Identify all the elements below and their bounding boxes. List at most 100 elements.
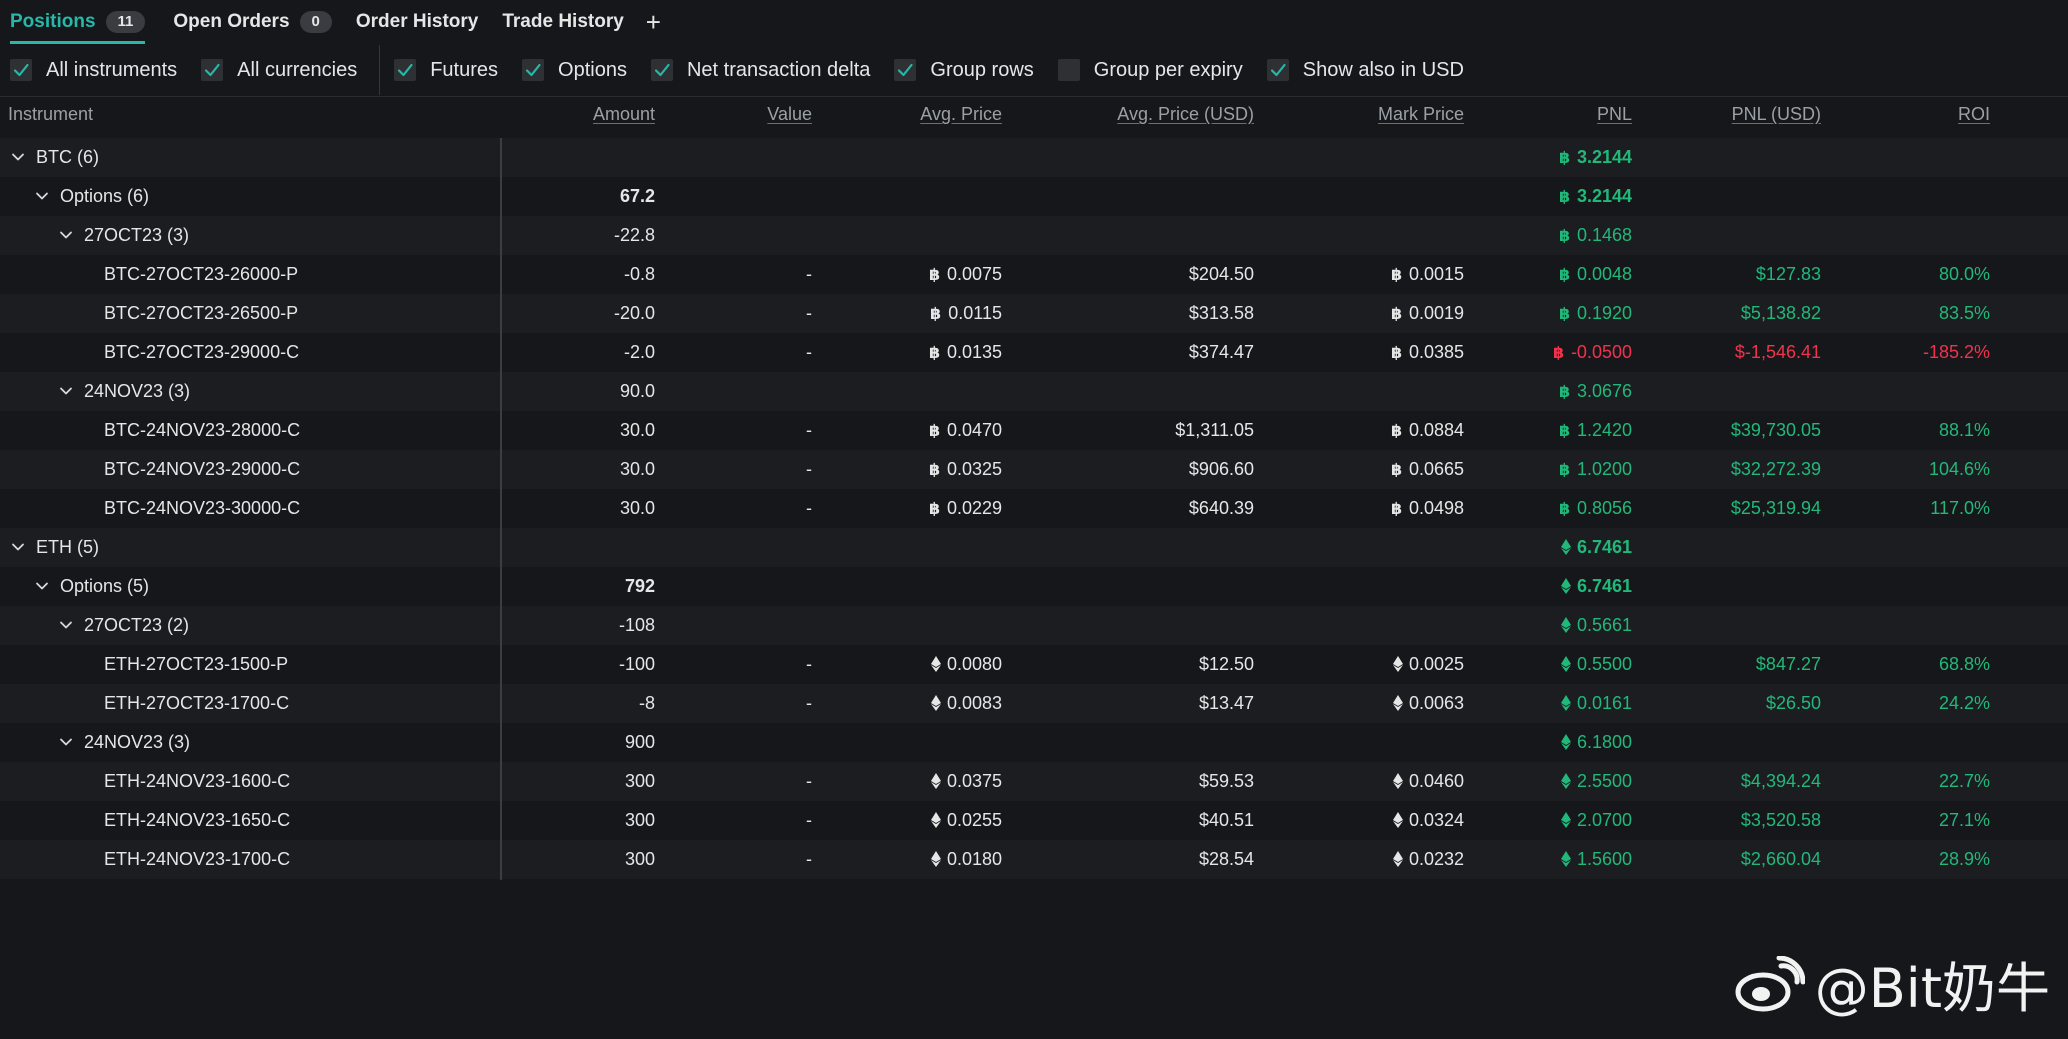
bitcoin-icon: ฿ [929, 422, 940, 438]
group-label[interactable]: 24NOV23 (3) [58, 381, 190, 402]
group-label[interactable]: 27OCT23 (2) [58, 615, 189, 636]
chevron-down-icon[interactable] [34, 188, 50, 204]
group-row[interactable]: 24NOV23 (3) 900 6.1800 [0, 723, 2068, 762]
table-row[interactable]: ETH-24NOV23-1700-C 300 - 0.0180 $28.54 0.0232… [0, 840, 2068, 879]
bitcoin-icon: ฿ [1559, 149, 1570, 165]
checkbox-checked[interactable] [650, 59, 673, 81]
table-row[interactable]: BTC-24NOV23-28000-C 30.0 - ฿ 0.0470 $1,311.05… [0, 411, 2068, 450]
filter-group-per-expiry[interactable]: Group per expiry [1057, 59, 1243, 82]
chevron-down-icon[interactable] [58, 734, 74, 750]
ethereum-icon [1392, 695, 1403, 711]
group-label[interactable]: 24NOV23 (3) [58, 732, 190, 753]
col-mark-price[interactable]: Mark Price [1378, 104, 1464, 125]
filter-futures[interactable]: Futures [394, 59, 498, 82]
chevron-down-icon[interactable] [34, 578, 50, 594]
pnl-cell: 1.5600 [1559, 849, 1632, 870]
filter-group-rows[interactable]: Group rows [894, 59, 1034, 82]
filter-all-currencies[interactable]: All currencies [201, 59, 357, 82]
chevron-down-icon[interactable] [58, 617, 74, 633]
chevron-down-icon[interactable] [58, 227, 74, 243]
avg-price-usd-cell: $59.53 [1198, 771, 1254, 791]
tab-positions[interactable]: Positions 11 [10, 0, 146, 44]
tab-bar: Positions 11 Open Orders 0 Order History… [0, 0, 2068, 44]
value-cell: - [806, 303, 812, 323]
checkbox-checked[interactable] [10, 59, 32, 81]
col-value[interactable]: Value [767, 104, 812, 125]
col-avg-price-usd[interactable]: Avg. Price (USD) [1117, 104, 1254, 125]
group-label[interactable]: 27OCT23 (3) [58, 225, 189, 246]
table-row[interactable]: BTC-27OCT23-26500-P -20.0 - ฿ 0.0115 $313.58 ฿… [0, 294, 2068, 333]
pnl-cell: ฿ 0.1468 [1558, 225, 1632, 245]
group-row[interactable]: ETH (5) 6.7461 [0, 528, 2068, 567]
group-row[interactable]: Options (6) 67.2 ฿ 3.2144 [0, 177, 2068, 216]
table-row[interactable]: ETH-27OCT23-1500-P -100 - 0.0080 $12.50 0.002… [0, 645, 2068, 684]
bitcoin-icon: ฿ [1559, 422, 1570, 438]
filter-options[interactable]: Options [522, 59, 627, 82]
value-cell: - [806, 264, 812, 284]
checkbox-checked[interactable] [201, 59, 224, 81]
table-row[interactable]: BTC-24NOV23-29000-C 30.0 - ฿ 0.0325 $906.60 ฿ 0… [0, 450, 2068, 489]
filter-show-also-in-usd[interactable]: Show also in USD [1266, 58, 1464, 82]
ethereum-icon [1560, 539, 1571, 555]
avg-price-cell: ฿ 0.0229 [928, 498, 1002, 518]
table-row[interactable]: BTC-27OCT23-26000-P -0.8 - ฿ 0.0075 $204.50 ฿ 0… [0, 255, 2068, 294]
avg-price-usd-cell: $906.60 [1188, 459, 1254, 479]
checkbox-unchecked[interactable] [1057, 59, 1080, 81]
checkbox-checked[interactable] [894, 59, 917, 81]
amount-cell: -100 [618, 654, 655, 674]
add-tab-button[interactable]: + [646, 7, 661, 38]
col-pnl-usd[interactable]: PNL (USD) [1732, 104, 1821, 125]
chevron-down-icon[interactable] [58, 383, 74, 399]
svg-text:฿: ฿ [1559, 461, 1570, 477]
amount-cell: 30.0 [619, 459, 655, 479]
col-amount[interactable]: Amount [593, 104, 655, 125]
pnl-cell: ฿ 3.0676 [1558, 381, 1632, 401]
mark-price-cell: 0.0324 [1391, 810, 1464, 831]
group-row[interactable]: Options (5) 792 6.7461 [0, 567, 2068, 606]
col-avg-price[interactable]: Avg. Price [920, 104, 1002, 125]
group-label[interactable]: Options (5) [34, 576, 149, 597]
pnl-usd-cell: $847.27 [1755, 654, 1821, 674]
table-row[interactable]: BTC-24NOV23-30000-C 30.0 - ฿ 0.0229 $640.39 ฿ 0… [0, 489, 2068, 528]
roi-cell: 83.5% [1938, 303, 1990, 323]
ethereum-icon [1392, 851, 1403, 867]
svg-text:฿: ฿ [929, 344, 940, 360]
group-row[interactable]: 27OCT23 (2) -108 0.5661 [0, 606, 2068, 645]
svg-text:฿: ฿ [929, 266, 940, 282]
filter-all-instruments[interactable]: All instruments [10, 59, 177, 82]
amount-cell: 67.2 [619, 186, 655, 206]
pnl-usd-cell: $5,138.82 [1740, 303, 1821, 323]
group-row[interactable]: 24NOV23 (3) 90.0 ฿ 3.0676 [0, 372, 2068, 411]
svg-text:฿: ฿ [1559, 422, 1570, 438]
tab-order-history[interactable]: Order History [356, 0, 478, 44]
col-pnl[interactable]: PNL [1597, 104, 1632, 125]
tab-open-orders[interactable]: Open Orders 0 [173, 0, 332, 44]
chevron-down-icon[interactable] [10, 149, 26, 165]
filter-net-transaction-delta[interactable]: Net transaction delta [650, 58, 871, 82]
ethereum-icon [1560, 734, 1571, 750]
checkbox-checked[interactable] [1266, 59, 1289, 81]
instrument-name: BTC-24NOV23-28000-C [104, 420, 301, 440]
group-label[interactable]: ETH (5) [10, 537, 99, 558]
bitcoin-icon: ฿ [1559, 383, 1570, 399]
filter-label: Show also in USD [1302, 58, 1464, 81]
chevron-down-icon[interactable] [10, 539, 26, 555]
svg-text:฿: ฿ [929, 500, 940, 516]
col-roi[interactable]: ROI [1958, 104, 1990, 125]
tab-trade-history[interactable]: Trade History [502, 0, 623, 44]
group-row[interactable]: BTC (6) ฿ 3.2144 [0, 138, 2068, 177]
group-label[interactable]: BTC (6) [10, 147, 99, 168]
filter-label: Net transaction delta [686, 58, 871, 81]
instrument-name: ETH-27OCT23-1700-C [104, 693, 290, 713]
table-row[interactable]: ETH-24NOV23-1600-C 300 - 0.0375 $59.53 0.0460… [0, 762, 2068, 801]
group-row[interactable]: 27OCT23 (3) -22.8 ฿ 0.1468 [0, 216, 2068, 255]
checkbox-checked[interactable] [522, 59, 545, 81]
table-row[interactable]: BTC-27OCT23-29000-C -2.0 - ฿ 0.0135 $374.47 ฿ 0… [0, 333, 2068, 372]
table-row[interactable]: ETH-24NOV23-1650-C 300 - 0.0255 $40.51 0.0324… [0, 801, 2068, 840]
table-row[interactable]: ETH-27OCT23-1700-C -8 - 0.0083 $13.47 0.0063 0… [0, 684, 2068, 723]
amount-cell: 300 [624, 771, 655, 791]
svg-text:฿: ฿ [1559, 383, 1570, 399]
group-label[interactable]: Options (6) [34, 186, 149, 207]
instrument-name: BTC-24NOV23-30000-C [104, 498, 301, 518]
checkbox-checked[interactable] [394, 59, 417, 81]
